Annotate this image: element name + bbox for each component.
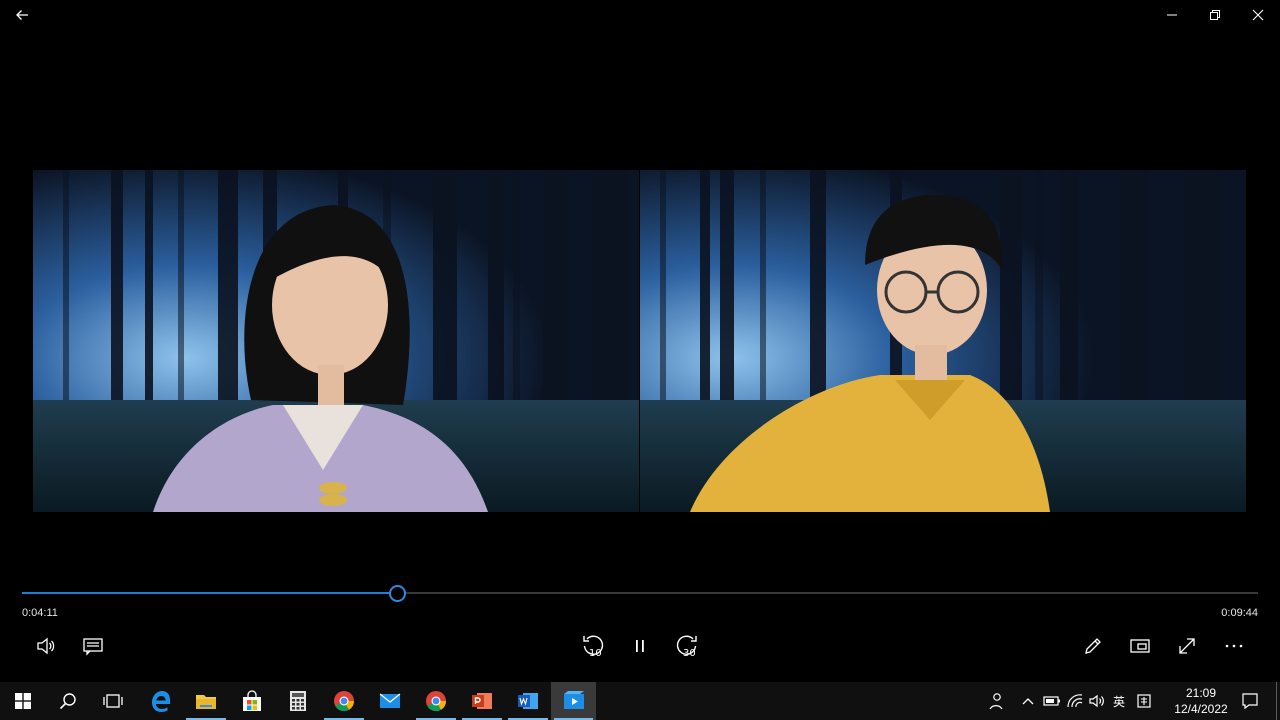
notification-icon	[1242, 693, 1258, 710]
seek-progress	[22, 592, 397, 594]
fullscreen-icon	[1179, 638, 1195, 654]
tray-volume-button[interactable]	[1086, 682, 1108, 720]
skip-forward-30-icon: 30	[676, 635, 697, 659]
clock-date: 12/4/2022	[1174, 702, 1228, 716]
clock-time: 21:09	[1185, 686, 1217, 700]
calculator-icon	[290, 691, 306, 711]
speaker-icon	[1089, 694, 1104, 708]
skip-forward-button[interactable]: 30	[670, 630, 704, 662]
search-icon	[59, 693, 76, 710]
battery-button[interactable]	[1042, 682, 1062, 720]
task-view-icon	[103, 694, 123, 708]
title-bar	[0, 0, 1280, 30]
captions-icon	[83, 638, 103, 656]
chrome-icon	[334, 691, 355, 712]
minimize-button[interactable]	[1150, 0, 1194, 30]
mail-icon	[379, 693, 401, 708]
windows-logo-icon	[15, 693, 31, 709]
input-language[interactable]: 英	[1108, 682, 1130, 720]
taskbar-store[interactable]	[229, 682, 275, 720]
close-button[interactable]	[1236, 0, 1280, 30]
forest-background	[33, 170, 639, 512]
taskbar-movies-tv[interactable]	[551, 682, 596, 720]
taskbar-chrome-1[interactable]	[321, 682, 367, 720]
volume-button[interactable]	[29, 630, 63, 662]
skip-back-button[interactable]: 10	[576, 630, 610, 662]
tray-clock[interactable]: 21:09 12/4/2022	[1166, 685, 1236, 717]
back-button[interactable]	[0, 0, 44, 30]
more-icon	[1225, 644, 1243, 648]
current-time: 0:04:11	[22, 607, 58, 619]
close-icon	[1252, 9, 1264, 21]
start-button[interactable]	[0, 682, 46, 720]
store-bag-icon	[243, 690, 261, 711]
seek-thumb[interactable]	[388, 585, 406, 602]
seek-bar[interactable]	[22, 585, 1258, 602]
taskbar: 英 21:09 12/4/2022	[0, 682, 1280, 720]
video-area[interactable]	[0, 30, 1280, 590]
fullscreen-button[interactable]	[1170, 630, 1204, 662]
word-icon	[518, 693, 538, 709]
more-button[interactable]	[1217, 630, 1251, 662]
restore-button[interactable]	[1193, 0, 1237, 30]
edge-browser-icon	[152, 691, 170, 712]
people-icon	[989, 693, 1003, 710]
mini-view-icon	[1130, 639, 1150, 653]
show-hidden-icons-button[interactable]	[1018, 682, 1038, 720]
captions-button[interactable]	[76, 630, 110, 662]
powerpoint-icon	[472, 693, 492, 709]
wifi-icon	[1067, 694, 1083, 708]
volume-icon	[37, 637, 55, 655]
pause-button[interactable]	[623, 630, 657, 662]
folder-icon	[196, 695, 216, 709]
show-desktop-button[interactable]	[1276, 682, 1280, 720]
pen-icon	[1085, 638, 1101, 654]
people-button[interactable]	[984, 682, 1008, 720]
mini-view-button[interactable]	[1123, 630, 1157, 662]
chrome-icon	[426, 691, 447, 712]
skip-back-10-icon: 10	[583, 635, 604, 659]
participant-video-right	[640, 170, 1246, 512]
edit-button[interactable]	[1076, 630, 1110, 662]
ime-icon	[1137, 694, 1151, 708]
chevron-up-icon	[1022, 698, 1034, 705]
search-button[interactable]	[45, 682, 91, 720]
ime-mode-button[interactable]	[1133, 682, 1155, 720]
taskbar-mail[interactable]	[367, 682, 413, 720]
total-duration: 0:09:44	[1221, 607, 1258, 619]
skip-forward-seconds: 30	[683, 648, 696, 659]
taskbar-file-explorer[interactable]	[183, 682, 229, 720]
network-button[interactable]	[1064, 682, 1086, 720]
battery-icon	[1043, 696, 1060, 706]
participant-video-left	[33, 170, 639, 512]
taskbar-word[interactable]	[505, 682, 551, 720]
restore-icon	[1210, 10, 1220, 20]
taskbar-chrome-2[interactable]	[413, 682, 459, 720]
minimize-icon	[1167, 14, 1177, 16]
movies-tv-icon	[563, 691, 584, 709]
forest-background	[640, 170, 1246, 512]
taskbar-powerpoint[interactable]	[459, 682, 505, 720]
taskbar-calculator[interactable]	[275, 682, 321, 720]
back-arrow-icon	[16, 10, 28, 20]
skip-back-seconds: 10	[589, 648, 602, 659]
taskbar-edge[interactable]	[137, 682, 183, 720]
action-center-button[interactable]	[1236, 682, 1264, 720]
pause-icon	[636, 640, 644, 652]
task-view-button[interactable]	[90, 682, 136, 720]
